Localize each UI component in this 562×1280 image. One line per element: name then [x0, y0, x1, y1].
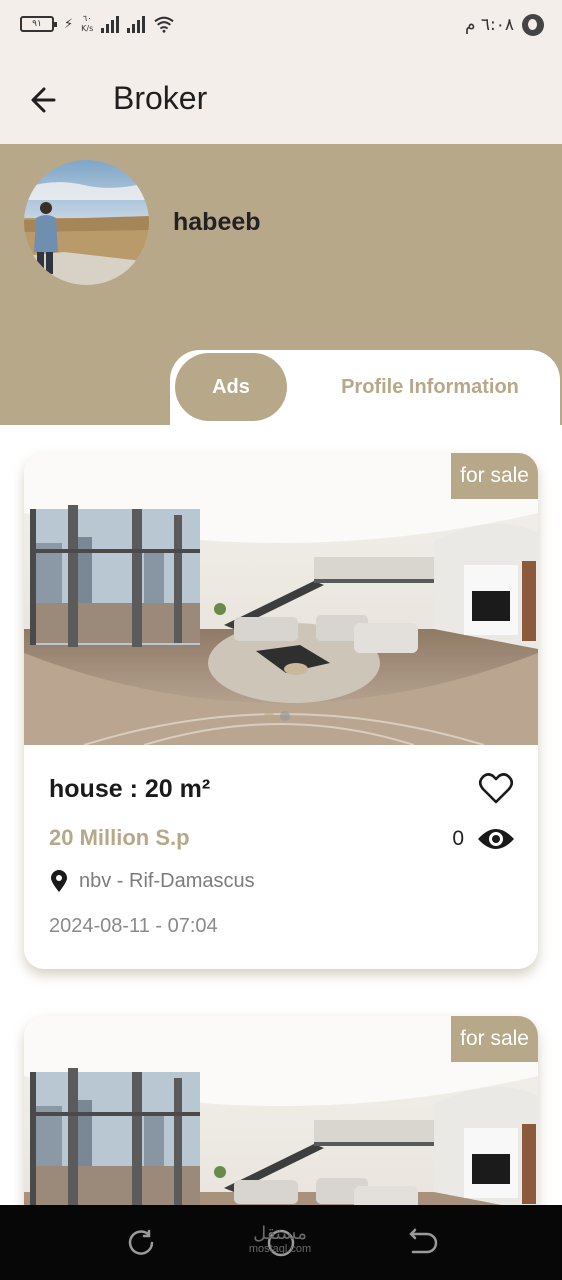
ad-image[interactable]: for sale: [24, 1016, 538, 1205]
system-nav-bar: مستقل mostaql.com: [0, 1205, 562, 1280]
watermark-arabic: مستقل: [253, 1223, 307, 1243]
views-counter: 0: [452, 825, 516, 853]
avatar[interactable]: [24, 160, 149, 285]
tab-ads[interactable]: Ads: [175, 353, 287, 421]
heart-icon[interactable]: [478, 771, 514, 805]
signal-icon-2: [127, 15, 146, 33]
ad-location-text: nbv - Rif-Damascus: [79, 869, 255, 892]
network-speed: ٦٠ K/s: [81, 14, 93, 34]
ad-card[interactable]: for sale house : 20 m² 20 Million S.p 0: [24, 453, 538, 969]
network-speed-unit: K/s: [81, 24, 94, 33]
back-nav-icon[interactable]: [403, 1225, 439, 1261]
tab-bar: Ads Profile Information: [170, 350, 560, 430]
ads-list[interactable]: for sale house : 20 m² 20 Million S.p 0: [0, 425, 562, 1205]
app-bar: Broker: [0, 56, 562, 144]
watermark-latin: mostaql.com: [248, 1243, 312, 1255]
ad-image[interactable]: for sale: [24, 453, 538, 745]
arrow-left-icon[interactable]: [22, 80, 66, 120]
status-bar: ٩١ ⚡ ٦٠ K/s ٦:٠٨ م: [0, 0, 562, 56]
profile-name: habeeb: [173, 208, 261, 236]
location-pin-icon: [51, 870, 67, 892]
ad-price: 20 Million S.p: [49, 825, 190, 850]
views-count: 0: [452, 827, 464, 850]
profile-header: habeeb Ads Profile Information: [0, 144, 562, 430]
status-right: ٦:٠٨ م: [465, 14, 544, 36]
sale-badge: for sale: [451, 453, 538, 499]
carousel-dot-active[interactable]: [264, 711, 274, 721]
charging-icon: ⚡: [64, 16, 74, 31]
ad-date: 2024-08-11 - 07:04: [49, 915, 218, 937]
eye-icon: [478, 829, 514, 849]
recent-apps-icon[interactable]: [123, 1225, 159, 1261]
wifi-icon: [154, 16, 174, 33]
battery-level: ٩١: [32, 19, 42, 29]
notification-app-icon: [522, 14, 544, 36]
network-speed-value: ٦٠: [82, 14, 92, 23]
signal-icon: [101, 15, 120, 33]
sale-badge: for sale: [451, 1016, 538, 1062]
ad-title: house : 20 m²: [49, 775, 211, 803]
status-left: ٩١ ⚡ ٦٠ K/s: [20, 14, 175, 34]
tab-profile-information[interactable]: Profile Information: [320, 353, 540, 421]
image-carousel-dots: [264, 711, 290, 721]
carousel-dot[interactable]: [280, 711, 290, 721]
battery-icon: ٩١: [20, 16, 57, 32]
ad-location: nbv - Rif-Damascus: [49, 869, 255, 893]
ad-card[interactable]: for sale: [24, 1016, 538, 1205]
page-title: Broker: [113, 80, 208, 116]
watermark: مستقل mostaql.com: [240, 1223, 320, 1255]
clock: ٦:٠٨ م: [464, 15, 514, 35]
